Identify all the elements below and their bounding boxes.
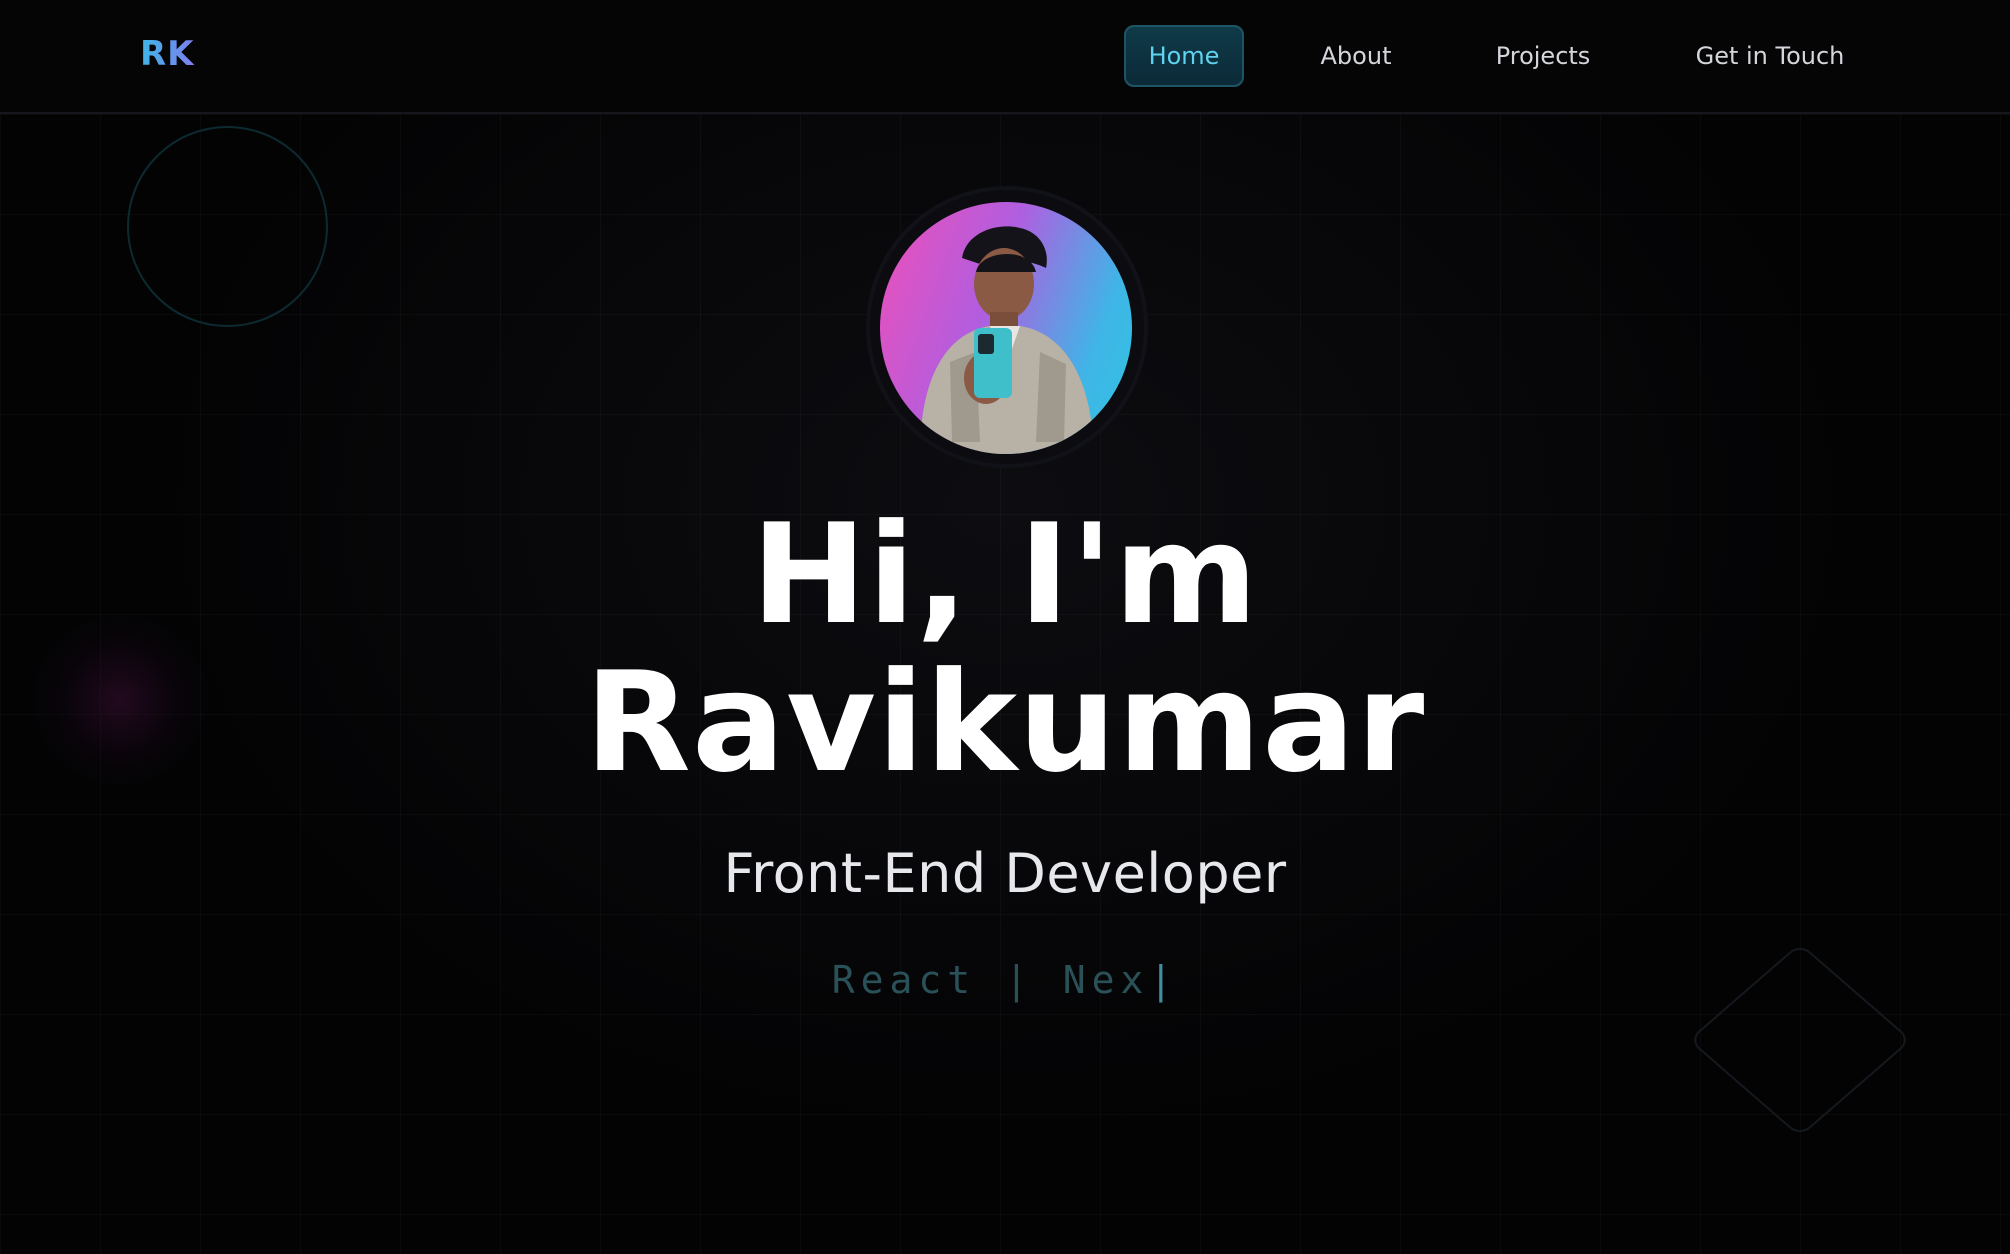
hero-role: Front-End Developer [723, 842, 1287, 905]
typing-cursor: | [1149, 958, 1179, 1002]
typing-tech-text: React | Nex| [0, 958, 2010, 1002]
top-navbar: RK Home About Projects Get in Touch [0, 0, 2010, 114]
logo[interactable]: RK [140, 34, 195, 74]
decorative-circle [127, 126, 328, 327]
profile-avatar [880, 202, 1132, 454]
hero-greeting: Hi, I'm [751, 494, 1259, 655]
hero-name: Ravikumar [584, 642, 1426, 803]
nav-projects-link[interactable]: Projects [1478, 25, 1608, 87]
nav-about-link[interactable]: About [1300, 25, 1412, 87]
typing-text: React | Nex [831, 958, 1150, 1002]
nav-get-in-touch-link[interactable]: Get in Touch [1680, 25, 1860, 87]
page: RK Home About Projects Get in Touch Hi, … [0, 0, 2010, 1254]
nav-home-link[interactable]: Home [1124, 25, 1244, 87]
profile-photo-icon [920, 226, 1094, 454]
